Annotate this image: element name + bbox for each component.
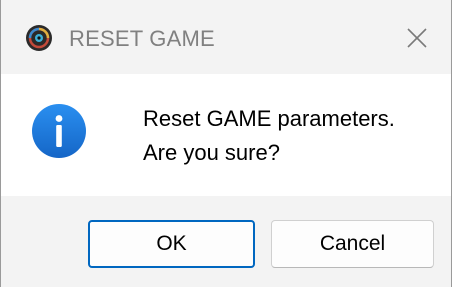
message-line-2: Are you sure? (143, 140, 280, 165)
info-icon (31, 103, 87, 159)
window-title: RESET GAME (69, 26, 215, 51)
close-button[interactable] (401, 22, 433, 54)
close-icon (407, 28, 427, 48)
message-line-1: Reset GAME parameters. (143, 106, 395, 131)
title-bar[interactable]: RESET GAME (1, 0, 451, 74)
dialog-footer: OK Cancel (1, 196, 451, 287)
dialog-message: Reset GAME parameters. Are you sure? (143, 102, 395, 170)
game-app-icon (25, 24, 53, 52)
dialog-content: Reset GAME parameters. Are you sure? (1, 74, 451, 196)
reset-game-dialog: RESET GAME Reset GAME parameters. Are yo… (0, 0, 452, 287)
ok-button[interactable]: OK (88, 220, 255, 268)
cancel-button[interactable]: Cancel (271, 220, 434, 268)
